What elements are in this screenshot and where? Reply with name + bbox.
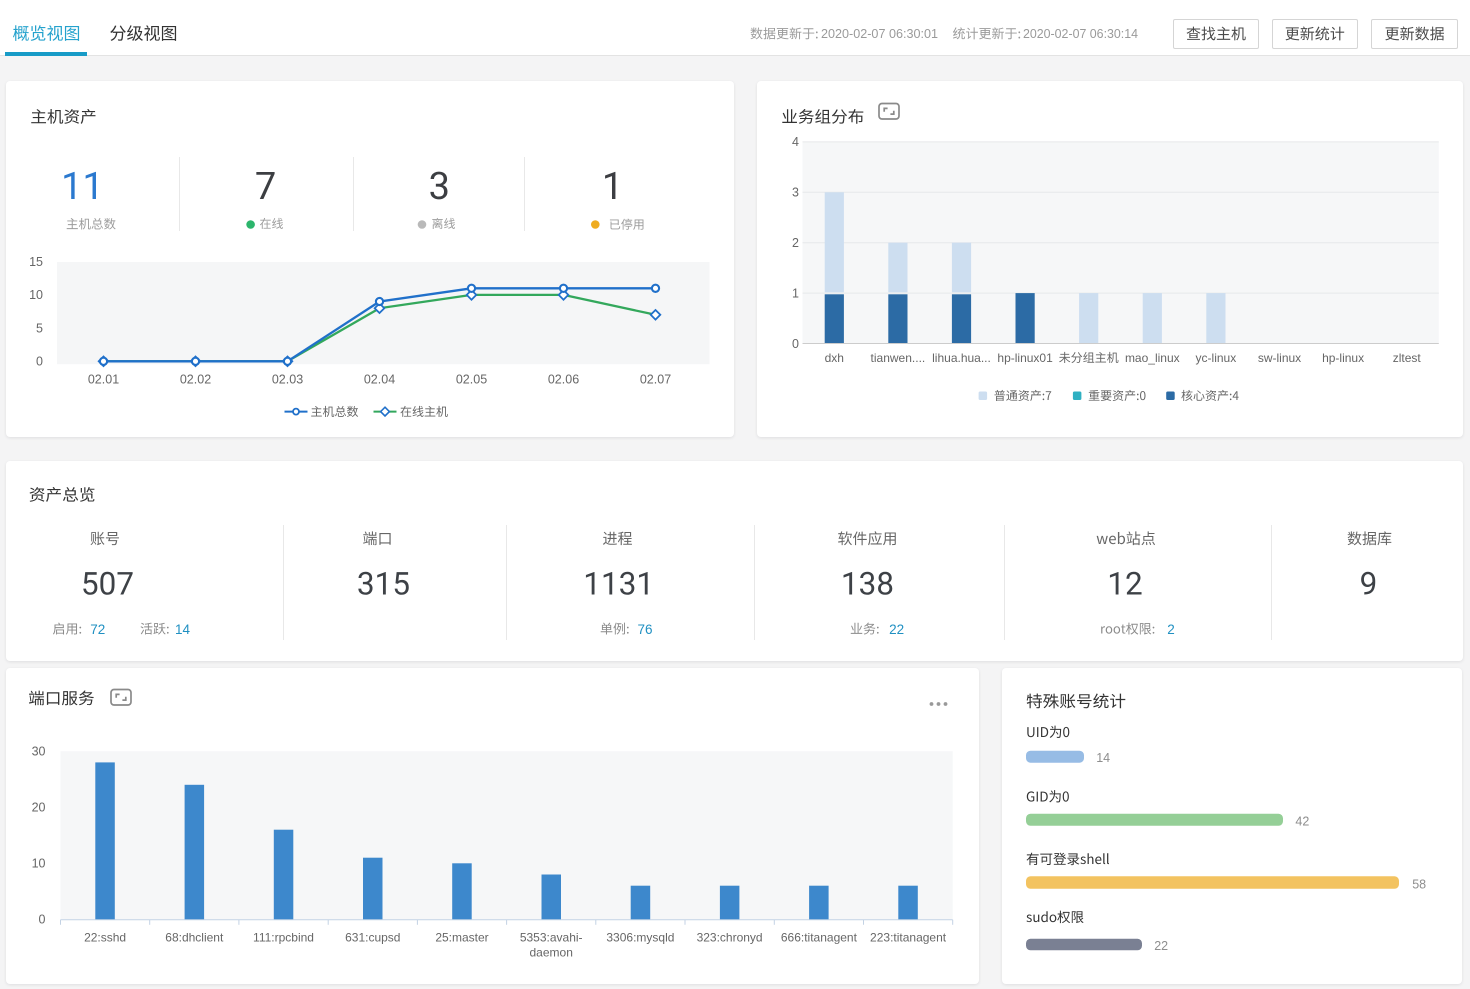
svg-text:hp-linux: hp-linux	[1322, 351, 1364, 365]
svg-text:02.06: 02.06	[548, 373, 579, 387]
svg-text:10: 10	[29, 288, 43, 302]
svg-text:sw-linux: sw-linux	[1258, 351, 1301, 365]
svg-text:zltest: zltest	[1393, 351, 1422, 365]
svg-text:hp-linux01: hp-linux01	[997, 351, 1053, 365]
svg-text:4: 4	[792, 135, 799, 149]
svg-text:323:chronyd: 323:chronyd	[697, 931, 763, 945]
svg-text:mao_linux: mao_linux	[1125, 351, 1180, 365]
svg-text:02.07: 02.07	[640, 373, 671, 387]
svg-text:02.01: 02.01	[88, 373, 119, 387]
svg-text:02.05: 02.05	[456, 373, 487, 387]
svg-text:0: 0	[792, 337, 799, 351]
svg-text:2: 2	[1167, 622, 1175, 637]
svg-text:1: 1	[792, 286, 799, 300]
svg-text:02.04: 02.04	[364, 373, 395, 387]
svg-text:631:cupsd: 631:cupsd	[345, 931, 400, 945]
svg-text:58: 58	[1412, 877, 1426, 891]
svg-text:42: 42	[1295, 815, 1309, 829]
svg-text:22: 22	[1154, 939, 1168, 953]
svg-text:25:master: 25:master	[435, 931, 488, 945]
svg-text:14: 14	[175, 622, 191, 637]
svg-text:76: 76	[637, 622, 652, 637]
svg-text:666:titanagent: 666:titanagent	[781, 931, 858, 945]
svg-text:0: 0	[36, 355, 43, 369]
svg-text:22:sshd: 22:sshd	[84, 931, 126, 945]
svg-text:3: 3	[792, 186, 799, 200]
svg-text:20: 20	[32, 801, 46, 815]
svg-text:5: 5	[36, 321, 43, 335]
svg-text:14: 14	[1096, 751, 1110, 765]
svg-text:0: 0	[39, 913, 46, 927]
svg-text:lihua.hua...: lihua.hua...	[932, 351, 991, 365]
svg-text:02.03: 02.03	[272, 373, 303, 387]
svg-text:3306:mysqld: 3306:mysqld	[606, 931, 674, 945]
svg-text:30: 30	[32, 745, 46, 759]
svg-text:tianwen....: tianwen....	[871, 351, 926, 365]
svg-text:2020-02-07 06:30:01: 2020-02-07 06:30:01	[821, 26, 938, 41]
svg-text:2020-02-07 06:30:14: 2020-02-07 06:30:14	[1023, 26, 1138, 41]
svg-text:72: 72	[90, 622, 105, 637]
svg-text:yc-linux: yc-linux	[1196, 351, 1237, 365]
svg-text:223:titanagent: 223:titanagent	[870, 931, 947, 945]
svg-text:68:dhclient: 68:dhclient	[165, 931, 224, 945]
svg-text:22: 22	[889, 622, 904, 637]
svg-text:dxh: dxh	[825, 351, 844, 365]
svg-text:5353:avahi-: 5353:avahi-	[520, 931, 583, 945]
svg-text:15: 15	[29, 255, 43, 269]
svg-text:10: 10	[32, 857, 46, 871]
svg-text:111:rpcbind: 111:rpcbind	[253, 931, 314, 945]
svg-text:2: 2	[792, 236, 799, 250]
svg-text:02.02: 02.02	[180, 373, 211, 387]
svg-text:daemon: daemon	[530, 946, 573, 960]
